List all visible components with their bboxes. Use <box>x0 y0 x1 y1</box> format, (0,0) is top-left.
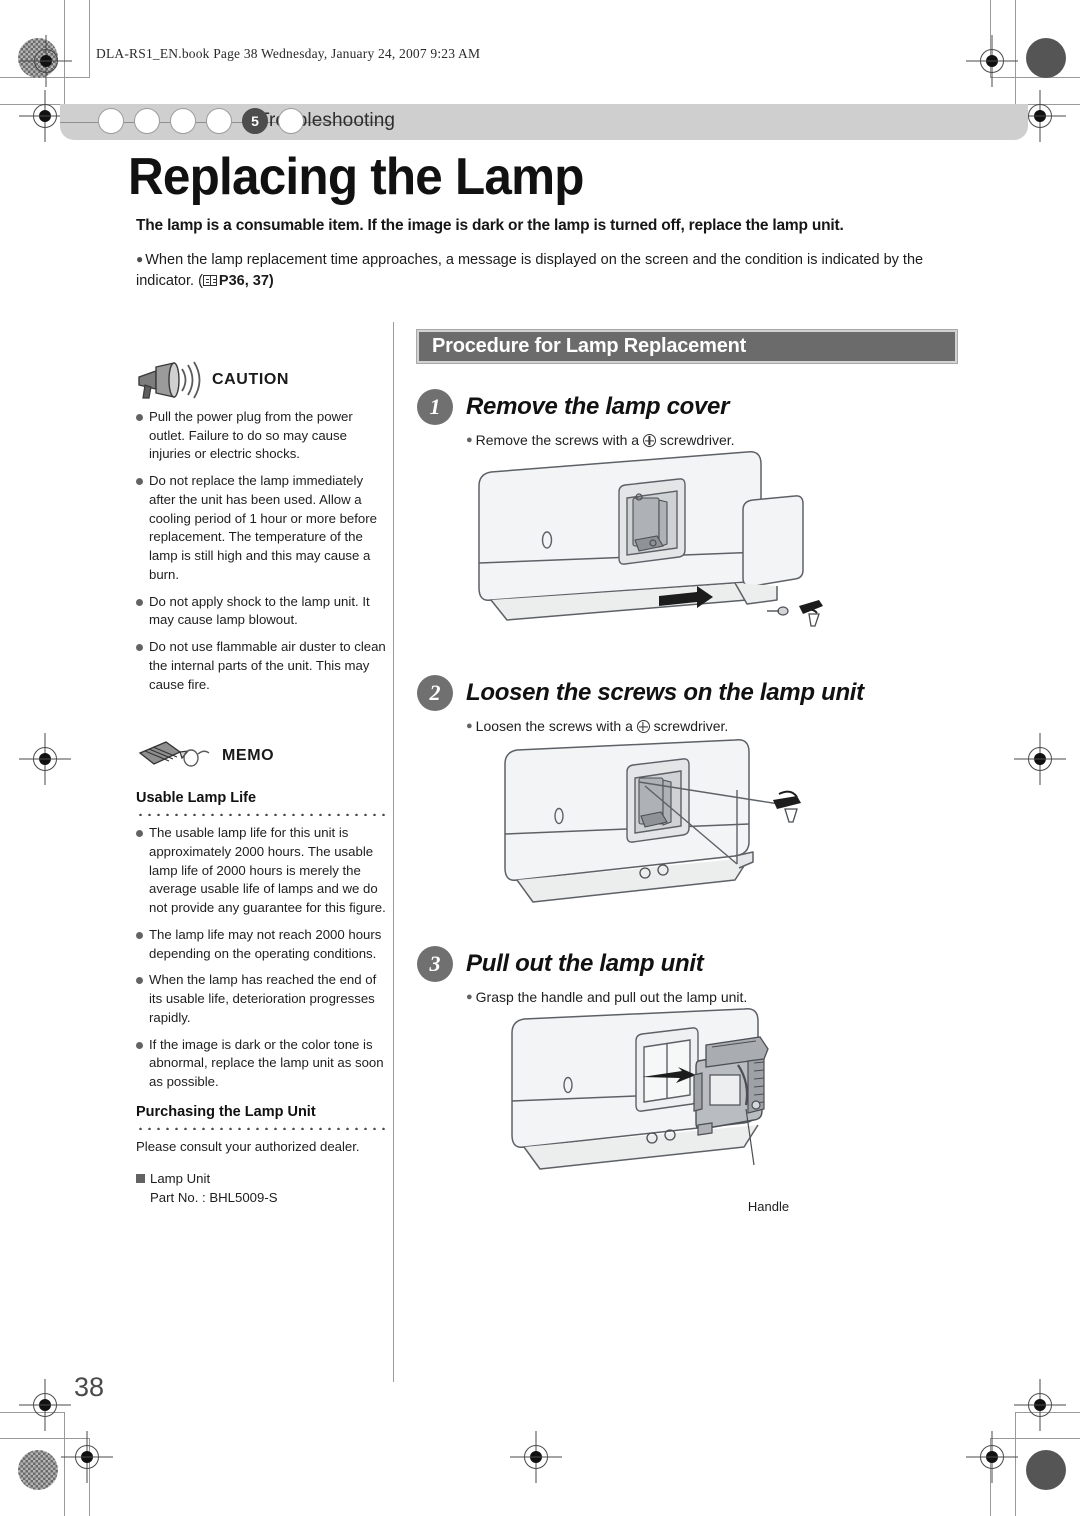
screw-and-driver <box>767 600 823 627</box>
lamp-unit-part-number: Part No. : BHL5009-S <box>150 1189 278 1205</box>
step-3: 3 Pull out the lamp unit ● Grasp the hand… <box>417 946 957 1214</box>
left-sidebar-column: CAUTION Pull the power plug from the pow… <box>136 360 388 1207</box>
step-2-bullet: ● Loosen the screws with a screwdriver. <box>466 718 957 734</box>
step-2: 2 Loosen the screws on the lamp unit ● Lo… <box>417 675 957 924</box>
step-3-bullet: ● Grasp the handle and pull out the lamp … <box>466 989 957 1005</box>
step-2-figure <box>487 734 957 924</box>
step-1-figure <box>447 448 957 653</box>
registration-mark-top-left <box>29 44 63 78</box>
memo-dot-rule-1 <box>136 810 388 817</box>
chapter-dot-5-active[interactable]: 5 <box>242 108 268 134</box>
book-reference-icon <box>202 275 217 287</box>
projector-loosen-screws-illustration <box>504 739 801 903</box>
lead-paragraph: The lamp is a consumable item. If the im… <box>136 217 844 234</box>
step-3-figure: Handle <box>502 1005 957 1214</box>
page-number: 38 <box>74 1372 105 1402</box>
step-1-bullet: ● Remove the screws with a screwdriver. <box>466 432 957 448</box>
memo-subhead-1: Usable Lamp Life <box>136 790 257 807</box>
caution-item: Do not replace the lamp immediately afte… <box>136 472 388 584</box>
bullet-dot-icon: ● <box>466 720 473 732</box>
column-divider <box>393 322 394 1382</box>
memo-item: When the lamp has reached the end of its… <box>136 971 388 1027</box>
projector-pull-lamp-unit-illustration <box>511 1008 769 1170</box>
registration-mark-bottom-center <box>519 1440 553 1474</box>
chapter-dot-group: 5 <box>98 108 314 134</box>
registration-mark-left-upper <box>28 99 62 133</box>
memo-dot-rule-2 <box>136 1123 388 1130</box>
chapter-dot-2[interactable] <box>134 108 160 134</box>
bullet-dot-icon: ● <box>136 252 144 266</box>
step-3-bullet-pre: Grasp the handle and pull out the lamp u… <box>475 989 748 1005</box>
registration-mark-right-lower <box>1023 1388 1057 1422</box>
memo-item: The usable lamp life for this unit is ap… <box>136 824 388 918</box>
memo-subhead-2: Purchasing the Lamp Unit <box>136 1103 316 1120</box>
step-2-heading: Loosen the screws on the lamp unit <box>466 679 864 706</box>
caution-header: CAUTION <box>136 360 388 400</box>
chapter-bar: 5 Troubleshooting <box>60 104 1028 140</box>
registration-mark-top-right <box>975 44 1009 78</box>
megaphone-icon <box>138 361 201 399</box>
registration-mark-bottom-right <box>975 1440 1009 1474</box>
step-1-bullet-post: screwdriver. <box>655 432 735 448</box>
file-stamp: DLA-RS1_EN.book Page 38 Wednesday, Janua… <box>96 46 481 61</box>
caution-item: Pull the power plug from the power outle… <box>136 408 388 464</box>
memo-item: The lamp life may not reach 2000 hours d… <box>136 926 388 963</box>
projector-lamp-cover-removal-illustration <box>478 451 823 627</box>
step-3-heading: Pull out the lamp unit <box>466 950 704 977</box>
square-bullet-icon <box>136 1173 145 1183</box>
handle-callout-label: Handle <box>747 1199 790 1214</box>
memo-list-1: The usable lamp life for this unit is ap… <box>136 824 388 1092</box>
memo-header: MEMO <box>136 736 388 776</box>
phillips-screwdriver-icon <box>642 434 656 447</box>
memo-paragraph-2: Please consult your authorized dealer. <box>136 1138 360 1154</box>
halftone-patch-bottom-right <box>1026 1450 1066 1490</box>
caution-item: Do not use flammable air duster to clean… <box>136 638 388 694</box>
registration-mark-right-upper <box>1023 99 1057 133</box>
registration-mark-bottom-left <box>70 1440 104 1474</box>
manual-page: DLA-RS1_EN.book Page 38 Wednesday, Janua… <box>0 0 1080 1516</box>
step-2-bullet-post: screwdriver. <box>649 718 729 734</box>
page-reference-2[interactable]: , 37) <box>245 273 274 289</box>
step-2-bullet-pre: Loosen the screws with a <box>475 718 637 734</box>
chapter-dot-3[interactable] <box>170 108 196 134</box>
registration-mark-left-middle <box>28 742 62 776</box>
step-3-number: 3 <box>417 946 453 982</box>
step-1: 1 Remove the lamp cover ● Remove the scre… <box>417 389 957 653</box>
phillips-screwdriver-icon <box>636 720 650 733</box>
bullet-dot-icon: ● <box>466 434 473 446</box>
step-1-bullet-pre: Remove the screws with a <box>475 432 643 448</box>
section-title: Procedure for Lamp Replacement <box>432 335 747 357</box>
chapter-dot-1[interactable] <box>98 108 124 134</box>
memo-item: If the image is dark or the color tone i… <box>136 1036 388 1092</box>
section-header-bar: Procedure for Lamp Replacement <box>416 329 958 364</box>
step-1-heading: Remove the lamp cover <box>466 393 730 420</box>
lamp-unit-part-block: Lamp Unit Part No. : BHL5009-S <box>136 1169 388 1207</box>
chapter-dot-6[interactable] <box>278 108 304 134</box>
chapter-dot-4[interactable] <box>206 108 232 134</box>
halftone-patch-bottom-left <box>18 1450 58 1490</box>
step-1-number: 1 <box>417 389 453 425</box>
registration-mark-right-middle <box>1023 742 1057 776</box>
lead-bullet: ● When the lamp replacement time approach… <box>136 250 936 292</box>
procedure-column: Procedure for Lamp Replacement 1 Remove … <box>416 329 958 1214</box>
halftone-patch-top-right <box>1026 38 1066 78</box>
memo-label: MEMO <box>222 747 275 765</box>
page-reference-1[interactable]: P36 <box>219 273 245 289</box>
screwdriver-tip <box>773 790 801 823</box>
caution-label: CAUTION <box>212 371 290 388</box>
caution-item: Do not apply shock to the lamp unit. It … <box>136 593 388 630</box>
bullet-dot-icon: ● <box>466 991 473 1003</box>
caution-list: Pull the power plug from the power outle… <box>136 408 388 694</box>
lamp-unit-label: Lamp Unit <box>150 1170 211 1186</box>
pencil-tag-icon <box>138 741 210 767</box>
page-title: Replacing the Lamp <box>128 148 584 206</box>
registration-mark-left-lower <box>28 1388 62 1422</box>
step-2-number: 2 <box>417 675 453 711</box>
